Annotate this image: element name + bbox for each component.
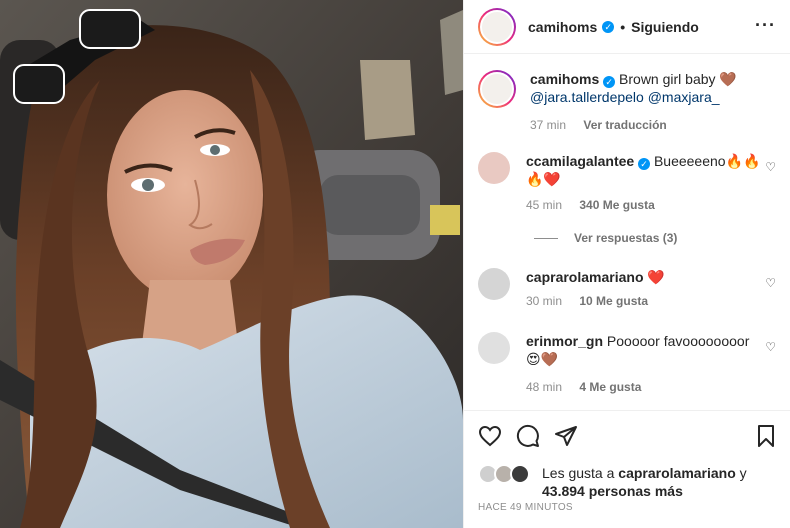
comment-username[interactable]: caprarolamariano (526, 269, 644, 285)
post-header: camihoms ✓ • Siguiendo ··· (464, 0, 790, 54)
comment-text: ❤️ (647, 269, 665, 285)
like-comment-heart-icon[interactable]: ♡ (765, 160, 776, 174)
likes-suffix[interactable]: personas más (589, 483, 683, 499)
caption-text: Brown girl baby 🤎 (619, 71, 737, 87)
caption-avatar[interactable] (478, 70, 516, 108)
comment-item: erinmor_gn Pooooor favoooooooor 😍🤎 48 mi… (478, 332, 761, 396)
likes-summary: Les gusta a caprarolamariano y 43.894 pe… (478, 464, 782, 500)
caption-mentions[interactable]: @jara.tallerdepelo @maxjara_ (530, 88, 765, 106)
translate-link[interactable]: Ver traducción (583, 118, 666, 132)
comment-avatar[interactable] (478, 268, 510, 300)
divider (464, 410, 790, 411)
like-heart-icon[interactable] (478, 424, 502, 448)
comment-avatar[interactable] (478, 152, 510, 184)
like-comment-heart-icon[interactable]: ♡ (765, 276, 776, 290)
comment-time[interactable]: 30 min (526, 294, 562, 308)
verified-icon: ✓ (638, 158, 651, 170)
separator-dot: • (620, 18, 626, 35)
following-button[interactable]: Siguiendo (631, 19, 699, 35)
comment-time[interactable]: 48 min (526, 380, 562, 394)
verified-icon: ✓ (602, 20, 615, 33)
save-bookmark-icon[interactable] (754, 424, 778, 448)
author-username[interactable]: camihoms (528, 19, 597, 35)
view-replies[interactable]: Ver respuestas (3) (534, 231, 677, 245)
comment-username[interactable]: ccamilagalantee (526, 153, 634, 169)
action-bar (478, 424, 778, 448)
likes-connector: y (739, 465, 747, 481)
post-sidebar: camihoms ✓ • Siguiendo ··· camihoms ✓ Br… (463, 0, 790, 528)
author-avatar[interactable] (478, 7, 516, 46)
comment-item: caprarolamariano ❤️ 30 min 10 Me gusta (478, 268, 761, 310)
comment-bubble-icon[interactable] (516, 424, 540, 448)
liker-username[interactable]: caprarolamariano (618, 465, 736, 481)
selfie-image (0, 0, 463, 528)
replies-line (534, 237, 558, 239)
comment-time[interactable]: 45 min (526, 198, 562, 212)
comment-likes[interactable]: 4 Me gusta (579, 380, 641, 394)
comment-likes[interactable]: 340 Me gusta (579, 198, 654, 212)
likes-count[interactable]: 43.894 (542, 483, 585, 499)
view-replies-label[interactable]: Ver respuestas (3) (574, 231, 677, 245)
post-timestamp[interactable]: HACE 49 MINUTOS (478, 502, 573, 513)
caption: camihoms ✓ Brown girl baby 🤎 @jara.talle… (478, 70, 765, 134)
likes-prefix: Les gusta a (542, 465, 615, 481)
comment-avatar[interactable] (478, 332, 510, 364)
comment-username[interactable]: erinmor_gn (526, 333, 603, 349)
post-viewer: camihoms ✓ • Siguiendo ··· camihoms ✓ Br… (0, 0, 790, 528)
like-comment-heart-icon[interactable]: ♡ (765, 340, 776, 354)
verified-icon: ✓ (603, 76, 616, 88)
comment-likes[interactable]: 10 Me gusta (579, 294, 648, 308)
post-photo[interactable] (0, 0, 463, 528)
comment-item: ccamilagalantee ✓ Bueeeeeno🔥🔥 🔥❤️ 45 min… (478, 152, 761, 214)
caption-username[interactable]: camihoms (530, 71, 599, 87)
share-paper-plane-icon[interactable] (554, 424, 578, 448)
more-dots-icon[interactable]: ··· (755, 16, 776, 34)
liker-avatar (510, 464, 530, 484)
caption-time[interactable]: 37 min (530, 118, 566, 132)
liker-avatars[interactable] (478, 464, 534, 484)
